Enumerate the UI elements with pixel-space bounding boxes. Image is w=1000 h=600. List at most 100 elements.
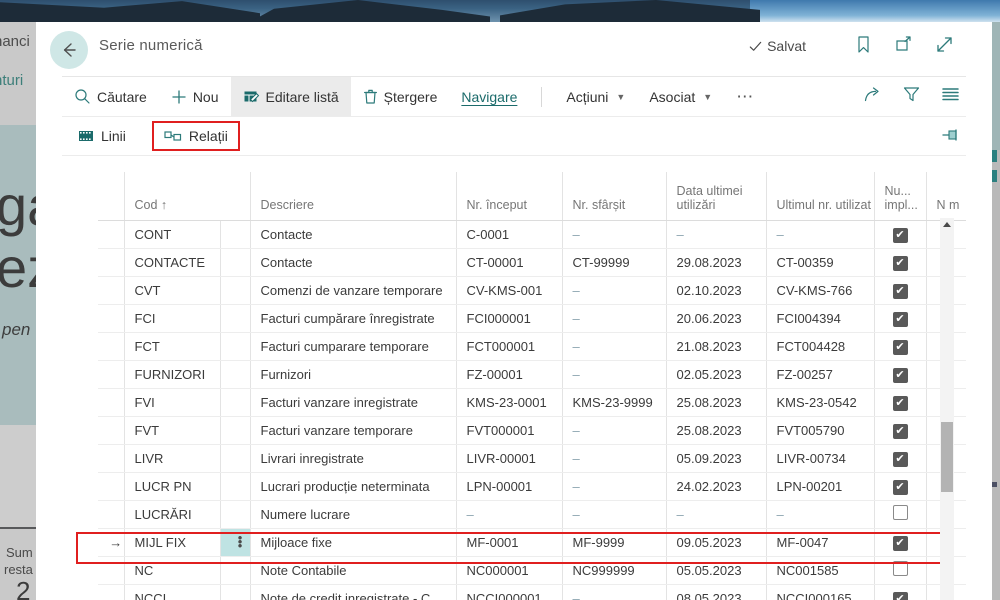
cell-nr-inceput[interactable]: KMS-23-0001 <box>455 388 562 417</box>
checkbox-unchecked-icon[interactable] <box>892 561 908 576</box>
cell-nr-sfarsit[interactable]: MF-9999 <box>561 528 666 557</box>
col-header-tail[interactable]: N m <box>925 172 966 221</box>
cell-ultimul-nr-utilizat[interactable]: – <box>765 500 874 529</box>
cell-ultimul-nr-utilizat[interactable]: MF-0047 <box>765 528 874 557</box>
cell-numar-implicit[interactable]: ✔ <box>873 360 926 389</box>
cell-nr-sfarsit[interactable]: – <box>561 360 666 389</box>
open-in-new-icon[interactable] <box>894 35 913 54</box>
cell-numar-implicit[interactable]: ✔ <box>873 248 926 277</box>
cell-numar-implicit[interactable] <box>873 500 926 529</box>
new-button[interactable]: Nou <box>159 77 231 117</box>
cell-data-ultimei-utilizari[interactable]: 25.08.2023 <box>665 416 766 445</box>
checkbox-checked-icon[interactable]: ✔ <box>892 339 908 355</box>
cell-cod[interactable]: FURNIZORI <box>123 360 220 389</box>
checkbox-checked-icon[interactable]: ✔ <box>892 591 908 600</box>
cell-ultimul-nr-utilizat[interactable]: LIVR-00734 <box>765 444 874 473</box>
cell-data-ultimei-utilizari[interactable]: 29.08.2023 <box>665 248 766 277</box>
cell-nr-sfarsit[interactable]: – <box>561 584 666 600</box>
cell-data-ultimei-utilizari[interactable]: 25.08.2023 <box>665 388 766 417</box>
cell-data-ultimei-utilizari[interactable]: 05.05.2023 <box>665 556 766 585</box>
table-row[interactable]: NC•••Note ContabileNC000001NC99999905.05… <box>98 556 966 585</box>
navigate-button[interactable]: Navigare <box>449 77 529 117</box>
tab-relatii[interactable]: Relații <box>151 121 240 151</box>
checkbox-checked-icon[interactable]: ✔ <box>892 395 908 411</box>
cell-nr-inceput[interactable]: CV-KMS-001 <box>455 276 562 305</box>
cell-cod[interactable]: FCT <box>123 332 220 361</box>
checkbox-checked-icon[interactable]: ✔ <box>892 255 908 271</box>
table-row[interactable]: LUCRĂRI•••Numere lucrare–––– <box>98 500 966 529</box>
cell-nr-sfarsit[interactable]: CT-99999 <box>561 248 666 277</box>
table-row[interactable]: CONTACTE•••ContacteCT-00001CT-9999929.08… <box>98 248 966 277</box>
delete-button[interactable]: Ștergere <box>351 77 450 117</box>
cell-descriere[interactable]: Note Contabile <box>249 556 456 585</box>
cell-ultimul-nr-utilizat[interactable]: LPN-00201 <box>765 472 874 501</box>
table-row[interactable]: LIVR•••Livrari inregistrateLIVR-00001– 05… <box>98 444 966 473</box>
cell-ultimul-nr-utilizat[interactable]: CT-00359 <box>765 248 874 277</box>
cell-nr-sfarsit[interactable]: – <box>561 416 666 445</box>
cell-nr-inceput[interactable]: FCI000001 <box>455 304 562 333</box>
row-menu-button[interactable]: ••• <box>219 276 250 305</box>
cell-numar-implicit[interactable] <box>873 556 926 585</box>
checkbox-checked-icon[interactable]: ✔ <box>892 227 908 243</box>
search-button[interactable]: Căutare <box>62 77 159 117</box>
cell-data-ultimei-utilizari[interactable]: 02.05.2023 <box>665 360 766 389</box>
cell-descriere[interactable]: Comenzi de vanzare temporare <box>249 276 456 305</box>
scrollbar-thumb[interactable] <box>941 422 953 492</box>
cell-nr-inceput[interactable]: MF-0001 <box>455 528 562 557</box>
col-header-nr-sfarsit[interactable]: Nr. sfârșit <box>561 172 666 221</box>
share-icon[interactable] <box>863 85 882 108</box>
checkbox-checked-icon[interactable]: ✔ <box>892 535 908 551</box>
cell-nr-inceput[interactable]: LPN-00001 <box>455 472 562 501</box>
checkbox-checked-icon[interactable]: ✔ <box>892 451 908 467</box>
bookmark-icon[interactable] <box>855 35 872 54</box>
cell-cod[interactable]: LIVR <box>123 444 220 473</box>
col-header-numar-implicit[interactable]: Nu... impl... <box>873 172 926 221</box>
more-options-button[interactable]: ⋯ <box>724 77 766 117</box>
cell-data-ultimei-utilizari[interactable]: 05.09.2023 <box>665 444 766 473</box>
table-row[interactable]: FVI•••Facturi vanzare inregistrateKMS-23… <box>98 388 966 417</box>
cell-data-ultimei-utilizari[interactable]: 24.02.2023 <box>665 472 766 501</box>
table-row[interactable]: NCCI•••Note de credit inregistrate - C..… <box>98 584 966 600</box>
cell-numar-implicit[interactable]: ✔ <box>873 444 926 473</box>
cell-numar-implicit[interactable]: ✔ <box>873 220 926 249</box>
cell-data-ultimei-utilizari[interactable]: 20.06.2023 <box>665 304 766 333</box>
cell-nr-sfarsit[interactable]: KMS-23-9999 <box>561 388 666 417</box>
cell-nr-inceput[interactable]: NC000001 <box>455 556 562 585</box>
checkbox-checked-icon[interactable]: ✔ <box>892 423 908 439</box>
row-menu-button[interactable]: ••• <box>219 556 250 585</box>
cell-numar-implicit[interactable]: ✔ <box>873 304 926 333</box>
cell-ultimul-nr-utilizat[interactable]: NC001585 <box>765 556 874 585</box>
cell-ultimul-nr-utilizat[interactable]: NCCI000165 <box>765 584 874 600</box>
cell-nr-sfarsit[interactable]: – <box>561 332 666 361</box>
table-row[interactable]: FCT•••Facturi cumparare temporareFCT0000… <box>98 332 966 361</box>
cell-nr-inceput[interactable]: LIVR-00001 <box>455 444 562 473</box>
row-menu-button[interactable]: ••• <box>219 416 250 445</box>
scroll-up-icon[interactable] <box>943 222 951 227</box>
grid-scrollbar[interactable] <box>940 218 954 600</box>
cell-cod[interactable]: MIJL FIX <box>123 528 220 557</box>
cell-ultimul-nr-utilizat[interactable]: – <box>765 220 874 249</box>
pin-icon[interactable] <box>940 127 962 145</box>
cell-ultimul-nr-utilizat[interactable]: FCI004394 <box>765 304 874 333</box>
cell-nr-sfarsit[interactable]: – <box>561 472 666 501</box>
table-row[interactable]: FCI•••Facturi cumpărare înregistrateFCI0… <box>98 304 966 333</box>
cell-nr-sfarsit[interactable]: – <box>561 276 666 305</box>
cell-cod[interactable]: FVT <box>123 416 220 445</box>
cell-nr-inceput[interactable]: FZ-00001 <box>455 360 562 389</box>
edit-list-button[interactable]: Editare listă <box>230 76 351 117</box>
row-menu-button[interactable]: ••• <box>219 304 250 333</box>
cell-data-ultimei-utilizari[interactable]: – <box>665 500 766 529</box>
expand-icon[interactable] <box>935 35 954 54</box>
list-view-icon[interactable] <box>941 86 960 107</box>
col-header-nr-inceput[interactable]: Nr. început <box>455 172 562 221</box>
cell-descriere[interactable]: Lucrari producție neterminata <box>249 472 456 501</box>
cell-ultimul-nr-utilizat[interactable]: KMS-23-0542 <box>765 388 874 417</box>
cell-cod[interactable]: FVI <box>123 388 220 417</box>
table-row[interactable]: LUCR PN•••Lucrari producție neterminataL… <box>98 472 966 501</box>
cell-descriere[interactable]: Facturi cumpărare înregistrate <box>249 304 456 333</box>
checkbox-checked-icon[interactable]: ✔ <box>892 311 908 327</box>
cell-data-ultimei-utilizari[interactable]: 08.05.2023 <box>665 584 766 600</box>
table-row[interactable]: CONT•••ContacteC-0001–––✔ <box>98 220 966 249</box>
cell-descriere[interactable]: Livrari inregistrate <box>249 444 456 473</box>
cell-descriere[interactable]: Facturi vanzare temporare <box>249 416 456 445</box>
